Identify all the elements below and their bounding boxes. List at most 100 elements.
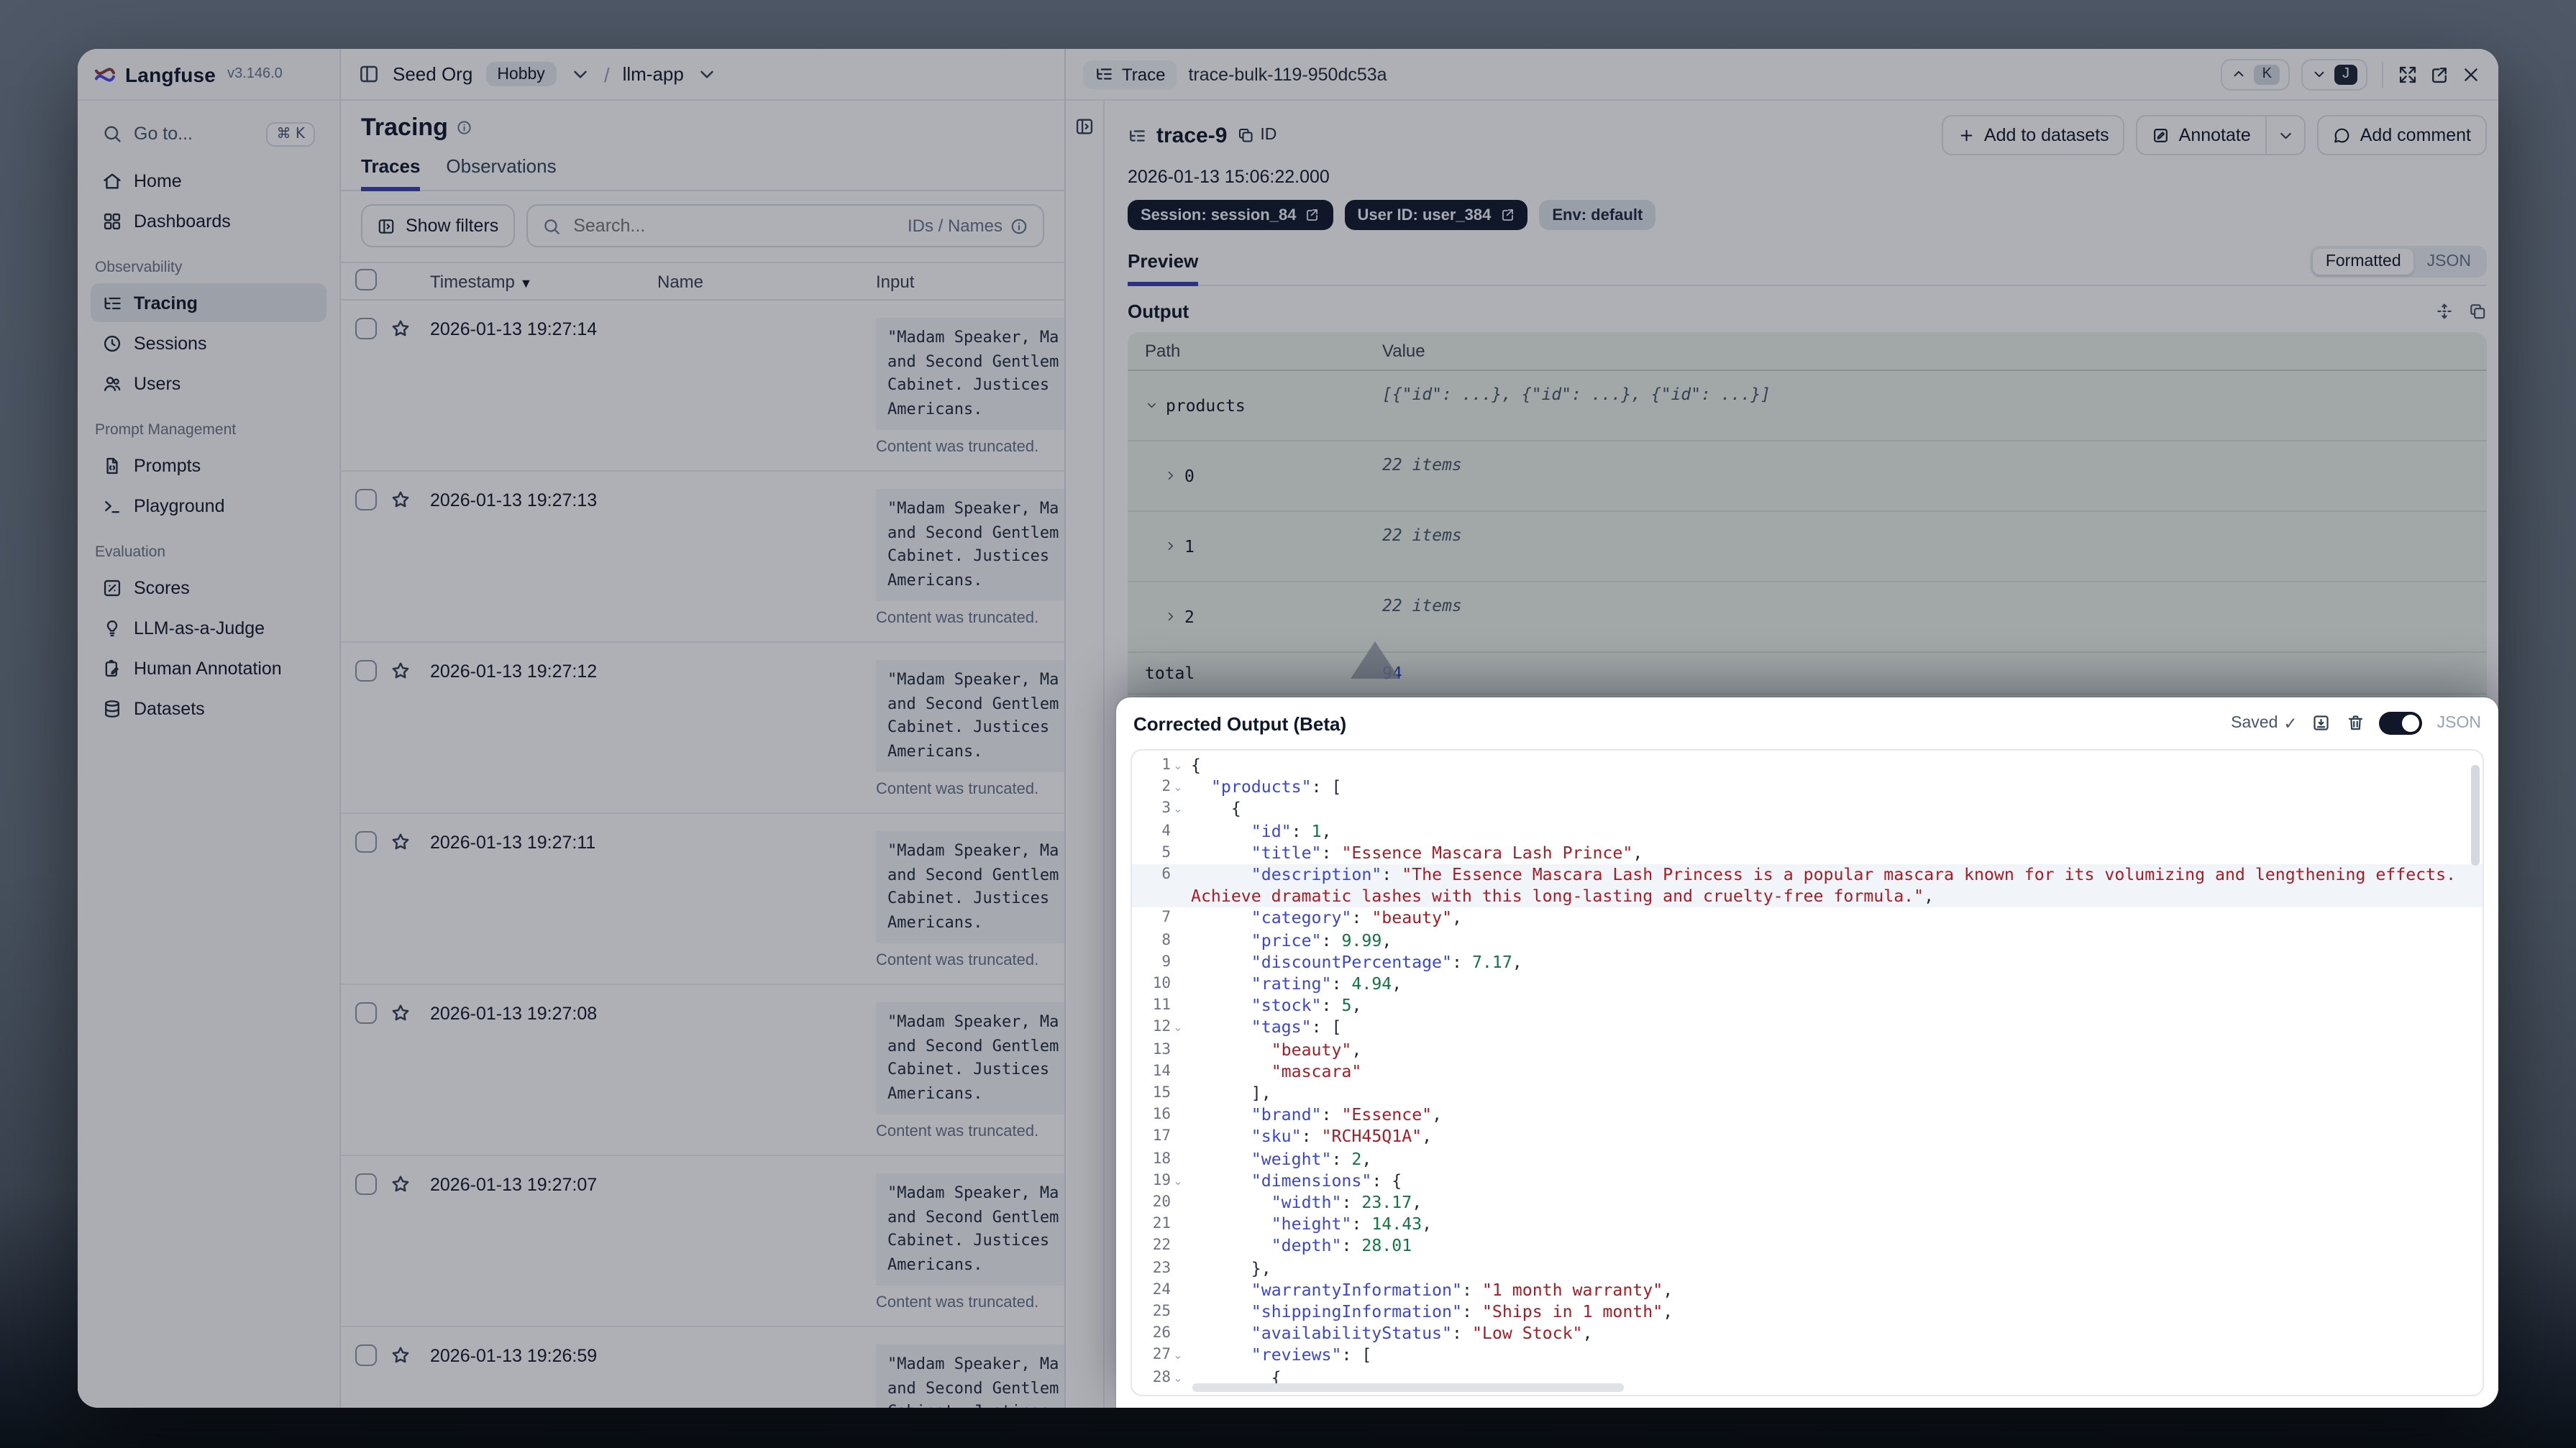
format-json[interactable]: JSON [2414,249,2484,275]
star-icon[interactable] [390,318,411,339]
copy-icon[interactable] [2468,302,2487,321]
sidebar-item-llm-as-a-judge[interactable]: LLM-as-a-Judge [91,608,326,647]
fold-toggle-icon[interactable]: ⌄ [1171,799,1185,820]
format-formatted[interactable]: Formatted [2312,249,2414,275]
project-chevron-icon[interactable] [697,63,718,85]
json-code-editor[interactable]: 1 ⌄{2 ⌄ "products": [3 ⌄ {4 "id": 1, 5 "titl… [1131,749,2484,1396]
vertical-scrollbar[interactable] [2471,765,2480,866]
open-in-new-tab-icon[interactable] [2429,64,2449,84]
code-line: 22 "depth": 28.01 [1132,1236,2483,1257]
row-input-preview: "Madam Speaker, Ma and Second Gentlem Ca… [876,318,1064,430]
search-input[interactable] [570,214,898,237]
star-icon[interactable] [390,660,411,682]
org-name[interactable]: Seed Org [393,63,472,85]
close-icon[interactable] [2461,64,2481,84]
line-number: 27 [1152,1346,1171,1364]
row-input-preview: "Madam Speaker, Ma and Second Gentlem Ca… [876,1173,1064,1286]
star-icon[interactable] [390,489,411,510]
badge-env[interactable]: Env: default [1539,200,1656,230]
sidebar-item-sessions[interactable]: Sessions [91,324,326,362]
output-row-2[interactable]: 2 22 items [1128,582,2487,653]
sidebar-item-home[interactable]: Home [91,161,326,200]
expand-right-icon[interactable] [1164,469,1177,482]
goto-shortcut: ⌘ K [266,122,315,146]
next-trace-button[interactable]: J [2301,58,2367,90]
info-icon[interactable] [457,120,473,137]
table-row[interactable]: 2026-01-13 19:27:12 "Madam Speaker, Ma an… [341,643,1064,814]
expand-tree-panel-icon[interactable] [1074,116,1095,137]
expand-right-icon[interactable] [1164,539,1177,553]
json-mode-toggle[interactable] [2379,712,2423,735]
badge-session[interactable]: Session: session_84 [1128,200,1333,230]
fold-toggle-icon[interactable]: ⌄ [1171,776,1185,798]
goto-search[interactable]: Go to... ⌘ K [91,112,326,155]
fold-toggle-icon[interactable]: ⌄ [1171,1170,1185,1192]
output-row-1[interactable]: 1 22 items [1128,512,2487,582]
table-row[interactable]: 2026-01-13 19:26:59 "Madam Speaker, Ma an… [341,1327,1064,1408]
fold-toggle-icon[interactable]: ⌄ [1171,1345,1185,1367]
row-checkbox[interactable] [355,318,377,339]
expand-icon[interactable] [2398,64,2418,84]
table-row[interactable]: 2026-01-13 19:27:11 "Madam Speaker, Ma an… [341,814,1064,985]
show-filters-button[interactable]: Show filters [361,204,515,247]
row-checkbox[interactable] [355,660,377,682]
row-checkbox[interactable] [355,1002,377,1024]
fold-toggle-icon[interactable]: ⌄ [1171,755,1185,776]
tab-traces[interactable]: Traces [361,155,421,191]
table-row[interactable]: 2026-01-13 19:27:13 "Madam Speaker, Ma an… [341,472,1064,643]
fold-toggle-icon[interactable]: ⌄ [1171,1017,1185,1039]
star-icon[interactable] [390,1173,411,1195]
table-row[interactable]: 2026-01-13 19:27:14 "Madam Speaker, Ma an… [341,301,1064,472]
output-row-0[interactable]: 0 22 items [1128,441,2487,512]
sidebar-toggle-icon[interactable] [358,63,380,85]
tab-observations[interactable]: Observations [446,155,556,191]
sidebar-item-tracing[interactable]: Tracing [91,283,326,322]
star-icon[interactable] [390,1344,411,1366]
unfold-vertical-icon[interactable] [2435,302,2454,321]
column-input[interactable]: Input [876,271,1064,291]
sidebar-item-dashboards[interactable]: Dashboards [91,201,326,240]
fold-toggle-icon[interactable]: ⌄ [1171,1367,1185,1388]
row-checkbox[interactable] [355,489,377,510]
prev-trace-button[interactable]: K [2221,58,2290,90]
search-scope[interactable]: IDs / Names [908,216,1028,236]
add-comment-button[interactable]: Add comment [2317,115,2487,155]
save-icon[interactable] [2312,714,2331,733]
table-row[interactable]: 2026-01-13 19:27:07 "Madam Speaker, Ma an… [341,1156,1064,1327]
delete-icon[interactable] [2346,714,2365,733]
row-checkbox[interactable] [355,1344,377,1366]
project-name[interactable]: llm-app [623,63,684,85]
horizontal-scrollbar[interactable] [1192,1383,1624,1392]
tab-preview[interactable]: Preview [1128,250,1199,286]
row-checkbox[interactable] [355,831,377,853]
table-row[interactable]: 2026-01-13 19:27:08 "Madam Speaker, Ma an… [341,985,1064,1156]
search-box[interactable]: IDs / Names [526,204,1044,247]
star-icon[interactable] [390,1002,411,1024]
code-gutter: 8 [1132,930,1185,951]
output-row-products[interactable]: products [{"id": ...}, {"id": ...}, {"id"… [1128,371,2487,441]
output-value: [{"id": ...}, {"id": ...}, {"id": ...}] [1382,384,1771,404]
column-name[interactable]: Name [657,271,876,291]
plan-badge[interactable]: Hobby [485,62,557,86]
row-input-preview: "Madam Speaker, Ma and Second Gentlem Ca… [876,1002,1064,1114]
drawer-resize-grip[interactable] [1351,641,1399,679]
expand-right-icon[interactable] [1164,610,1177,623]
annotate-dropdown-button[interactable] [2266,115,2306,155]
org-chevron-icon[interactable] [570,63,591,85]
column-timestamp[interactable]: Timestamp ▼ [430,271,657,291]
sidebar-item-scores[interactable]: Scores [91,568,326,607]
badge-user-id[interactable]: User ID: user_384 [1344,200,1528,230]
copy-id-button[interactable]: ID [1237,127,1276,144]
row-checkbox[interactable] [355,1173,377,1195]
sidebar-item-playground[interactable]: Playground [91,486,326,525]
star-icon[interactable] [390,831,411,853]
annotate-button[interactable]: Annotate [2136,115,2267,155]
sidebar-item-prompts[interactable]: Prompts [91,446,326,485]
select-all-checkbox[interactable] [355,268,377,290]
sidebar-item-human-annotation[interactable]: Human Annotation [91,649,326,687]
expand-down-icon[interactable] [1145,398,1159,412]
detail-tabs: Preview Formatted JSON [1128,246,2487,286]
add-to-datasets-button[interactable]: Add to datasets [1941,115,2125,155]
sidebar-item-users[interactable]: Users [91,364,326,403]
sidebar-item-datasets[interactable]: Datasets [91,689,326,728]
